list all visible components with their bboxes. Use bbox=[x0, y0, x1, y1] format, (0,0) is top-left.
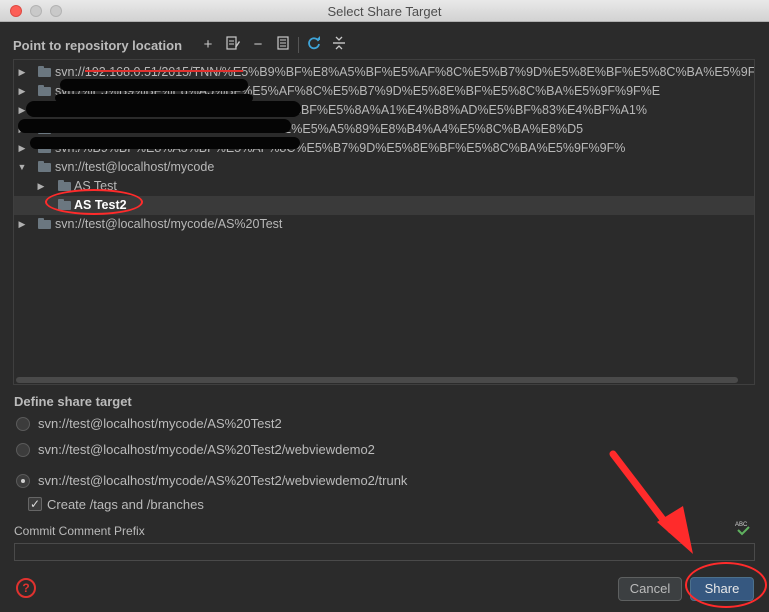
expand-arrow-icon[interactable]: ▶ bbox=[17, 139, 27, 158]
highlight-circle-annotation bbox=[685, 562, 767, 608]
create-tags-checkbox[interactable]: ✓ bbox=[28, 497, 42, 511]
radio-button-checked[interactable] bbox=[16, 474, 30, 488]
collapse-icon[interactable] bbox=[330, 36, 348, 54]
spellcheck-icon: ABC bbox=[733, 520, 753, 538]
document-icon[interactable] bbox=[274, 36, 292, 54]
create-tags-label: Create /tags and /branches bbox=[47, 497, 204, 512]
redaction-mark bbox=[26, 101, 301, 117]
tree-row-repository-mycode[interactable]: ▼ svn://test@localhost/mycode bbox=[14, 158, 754, 177]
tree-horizontal-scrollbar[interactable] bbox=[14, 376, 754, 384]
radio-button[interactable] bbox=[16, 443, 30, 457]
redaction-mark bbox=[30, 137, 300, 149]
tree-row-label: svn://test@localhost/mycode bbox=[55, 160, 215, 174]
repository-section-label: Point to repository location bbox=[13, 38, 183, 53]
redaction-mark bbox=[60, 79, 248, 91]
commit-comment-prefix-label: Commit Comment Prefix bbox=[14, 524, 145, 538]
window-title: Select Share Target bbox=[327, 4, 442, 19]
tree-row-label: svn://test@localhost/mycode/AS%20Test bbox=[55, 217, 283, 231]
folder-icon bbox=[38, 218, 51, 229]
tree-row-repository-as-test[interactable]: ▶ svn://test@localhost/mycode/AS%20Test bbox=[14, 215, 754, 234]
folder-icon bbox=[38, 161, 51, 172]
refresh-icon[interactable] bbox=[305, 36, 323, 54]
minus-icon[interactable]: − bbox=[249, 36, 267, 54]
collapse-arrow-icon[interactable]: ▼ bbox=[17, 158, 27, 177]
expand-arrow-icon[interactable]: ▶ bbox=[17, 215, 27, 234]
share-target-option-label: svn://test@localhost/mycode/AS%20Test2 bbox=[38, 416, 282, 431]
window-titlebar: Select Share Target bbox=[0, 0, 769, 22]
strikethrough-annotation bbox=[85, 70, 243, 72]
edit-icon[interactable] bbox=[224, 36, 242, 54]
share-target-option-label: svn://test@localhost/mycode/AS%20Test2/w… bbox=[38, 473, 408, 488]
repository-toolbar: Point to repository location + − bbox=[0, 34, 769, 56]
arrow-annotation bbox=[609, 450, 693, 554]
toolbar-separator bbox=[298, 37, 299, 53]
radio-button[interactable] bbox=[16, 417, 30, 431]
help-icon[interactable]: ? bbox=[16, 578, 36, 598]
expand-arrow-icon[interactable]: ▶ bbox=[36, 177, 46, 196]
cancel-button[interactable]: Cancel bbox=[618, 577, 682, 601]
folder-icon bbox=[38, 66, 51, 77]
svg-text:ABC: ABC bbox=[735, 522, 748, 528]
folder-icon bbox=[58, 180, 71, 191]
scrollbar-thumb[interactable] bbox=[16, 377, 738, 383]
define-share-target-label: Define share target bbox=[14, 394, 132, 409]
highlight-circle-annotation bbox=[45, 189, 143, 215]
expand-arrow-icon[interactable]: ▶ bbox=[17, 63, 27, 82]
plus-icon[interactable]: + bbox=[199, 36, 217, 54]
redaction-mark bbox=[18, 119, 291, 133]
expand-arrow-icon[interactable]: ▶ bbox=[17, 82, 27, 101]
share-target-option-label: svn://test@localhost/mycode/AS%20Test2/w… bbox=[38, 442, 375, 457]
folder-icon bbox=[38, 85, 51, 96]
